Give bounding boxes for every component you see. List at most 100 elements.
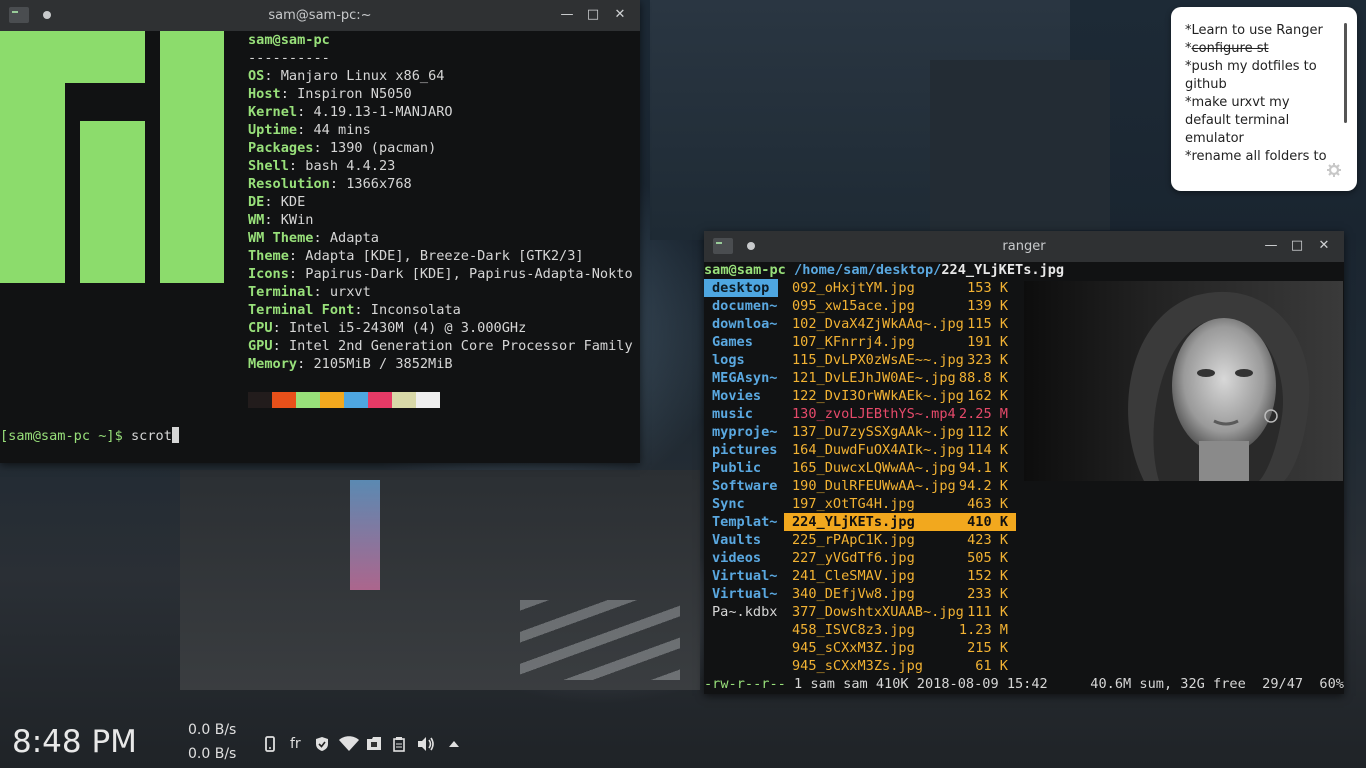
directory-item[interactable]: Templat~ (704, 513, 778, 531)
file-row[interactable]: 137_Du7zySSXgAAk~.jpg 112 K (784, 423, 1016, 441)
color-swatch (248, 392, 272, 408)
color-swatch (272, 392, 296, 408)
note-line-text: *push my dotfiles to github (1185, 59, 1317, 92)
info-value: Inconsolata (370, 302, 461, 318)
file-row[interactable]: 164_DuwdFuOX4AIk~.jpg 114 K (784, 441, 1016, 459)
note-line-done: configure st (1191, 41, 1269, 56)
file-row[interactable]: 130_zvoLJEBthYS~.mp4 2.25 M (784, 405, 1016, 423)
shield-icon[interactable] (314, 734, 330, 754)
neofetch-header: sam@sam-pc (248, 32, 330, 48)
note-text[interactable]: *Learn to use Ranger *configure st *push m… (1185, 22, 1335, 166)
file-name: 115_DvLPX0zWsAE~~.jpg (792, 352, 964, 368)
neofetch-line: Packages: 1390 (pacman) (248, 140, 437, 156)
directory-item[interactable]: pictures (704, 441, 778, 459)
current-path: /home/sam/desktop/ (794, 262, 942, 278)
file-row[interactable]: 224_YLjKETs.jpg 410 K (784, 513, 1016, 531)
gear-icon[interactable] (1327, 163, 1341, 177)
file-row[interactable]: 095_xw15ace.jpg 139 K (784, 297, 1016, 315)
file-list[interactable]: 092_oHxjtYM.jpg 153 K 095_xw15ace.jpg 139 K… (784, 279, 1016, 675)
directory-item[interactable]: myproje~ (704, 423, 778, 441)
parent-directory-list[interactable]: desktop documen~ downloa~ Games logs MEGAsyn~… (704, 279, 778, 621)
file-row[interactable]: 092_oHxjtYM.jpg 153 K (784, 279, 1016, 297)
chevron-up-icon[interactable] (446, 734, 462, 754)
image-preview (1024, 281, 1343, 481)
terminal-titlebar[interactable]: sam@sam-pc:~ — □ ✕ (0, 0, 640, 31)
close-icon[interactable]: ✕ (611, 6, 629, 24)
info-value: KWin (280, 212, 314, 228)
file-size: 61 K (975, 658, 1008, 674)
info-key: Theme (248, 248, 289, 264)
file-name: 945_sCXxM3Z.jpg (792, 640, 915, 656)
file-size: 233 K (967, 586, 1008, 602)
file-row[interactable]: 241_CleSMAV.jpg 152 K (784, 567, 1016, 585)
directory-item[interactable]: MEGAsyn~ (704, 369, 778, 387)
file-row[interactable]: 945_sCXxM3Zs.jpg 61 K (784, 657, 1016, 675)
minimize-icon[interactable]: — (1262, 237, 1280, 255)
directory-item[interactable]: Pa~.kdbx (704, 603, 778, 621)
file-size: 111 K (967, 604, 1008, 620)
neofetch-line: Theme: Adapta [KDE], Breeze-Dark [GTK2/3… (248, 248, 584, 264)
directory-item[interactable]: Public (704, 459, 778, 477)
minimize-icon[interactable]: — (558, 6, 576, 24)
directory-item[interactable]: Virtual~ (704, 567, 778, 585)
directory-item[interactable]: music (704, 405, 778, 423)
volume-icon[interactable] (416, 734, 436, 754)
file-row[interactable]: 945_sCXxM3Z.jpg 215 K (784, 639, 1016, 657)
ranger-titlebar[interactable]: ranger — □ ✕ (704, 231, 1344, 262)
sticky-note-widget[interactable]: *Learn to use Ranger *configure st *push m… (1171, 7, 1357, 191)
info-value: 1366x768 (346, 176, 412, 192)
directory-item[interactable]: Games (704, 333, 778, 351)
file-row[interactable]: 225_rPApC1K.jpg 423 K (784, 531, 1016, 549)
directory-item[interactable]: documen~ (704, 297, 778, 315)
clock[interactable]: 8:48 PM (12, 724, 137, 760)
note-scrollbar[interactable] (1344, 23, 1347, 123)
info-key: Packages (248, 140, 314, 156)
file-row[interactable]: 190_DulRFEUWwAA~.jpg 94.2 K (784, 477, 1016, 495)
file-name: 164_DuwdFuOX4AIk~.jpg (792, 442, 964, 458)
file-row[interactable]: 165_DuwcxLQWwAA~.jpg 94.1 K (784, 459, 1016, 477)
file-size: 191 K (967, 334, 1008, 350)
file-row[interactable]: 102_DvaX4ZjWkAAq~.jpg 115 K (784, 315, 1016, 333)
directory-item[interactable]: Vaults (704, 531, 778, 549)
wifi-icon[interactable] (338, 734, 360, 754)
info-key: CPU (248, 320, 273, 336)
file-row[interactable]: 115_DvLPX0zWsAE~~.jpg 323 K (784, 351, 1016, 369)
neofetch-line: GPU: Intel 2nd Generation Core Processor… (248, 338, 633, 354)
maximize-icon[interactable]: □ (584, 6, 602, 24)
ranger-window[interactable]: ranger — □ ✕ sam@sam-pc /home/sam/deskto… (704, 231, 1344, 694)
file-name: 241_CleSMAV.jpg (792, 568, 915, 584)
file-row[interactable]: 121_DvLEJhJW0AE~.jpg 88.8 K (784, 369, 1016, 387)
user-host: sam@sam-pc (704, 262, 786, 278)
file-row[interactable]: 122_DvI3OrWWkAEk~.jpg 162 K (784, 387, 1016, 405)
directory-item[interactable]: videos (704, 549, 778, 567)
file-name: 092_oHxjtYM.jpg (792, 280, 915, 296)
clipboard-icon[interactable] (392, 734, 406, 754)
maximize-icon[interactable]: □ (1288, 237, 1306, 255)
directory-item[interactable]: logs (704, 351, 778, 369)
file-row[interactable]: 340_DEfjVw8.jpg 233 K (784, 585, 1016, 603)
file-row[interactable]: 107_KFnrrj4.jpg 191 K (784, 333, 1016, 351)
directory-item[interactable]: Movies (704, 387, 778, 405)
info-value: bash 4.4.23 (305, 158, 396, 174)
info-key: Terminal (248, 284, 314, 300)
file-row[interactable]: 227_yVGdTf6.jpg 505 K (784, 549, 1016, 567)
file-row[interactable]: 197_xOtTG4H.jpg 463 K (784, 495, 1016, 513)
folder-icon[interactable] (366, 734, 382, 754)
keyboard-layout[interactable]: fr (290, 736, 301, 752)
directory-item[interactable]: downloa~ (704, 315, 778, 333)
file-row[interactable]: 458_ISVC8z3.jpg 1.23 M (784, 621, 1016, 639)
directory-item[interactable]: Sync (704, 495, 778, 513)
file-name: 102_DvaX4ZjWkAAq~.jpg (792, 316, 964, 332)
file-row[interactable]: 377_DowshtxXUAAB~.jpg 111 K (784, 603, 1016, 621)
close-icon[interactable]: ✕ (1315, 237, 1333, 255)
prompt-text: [sam@sam-pc ~]$ (0, 428, 123, 444)
phone-icon[interactable] (264, 734, 276, 754)
directory-item[interactable]: desktop (704, 279, 778, 297)
directory-item[interactable]: Software (704, 477, 778, 495)
neofetch-line: Icons: Papirus-Dark [KDE], Papirus-Adapt… (248, 266, 633, 282)
terminal-window[interactable]: sam@sam-pc:~ — □ ✕ sam@sam-pc ---------- O… (0, 0, 640, 463)
info-key: Host (248, 86, 281, 102)
shell-prompt[interactable]: [sam@sam-pc ~]$ scrot (0, 427, 179, 444)
directory-item[interactable]: Virtual~ (704, 585, 778, 603)
info-value: 4.19.13-1-MANJARO (313, 104, 453, 120)
